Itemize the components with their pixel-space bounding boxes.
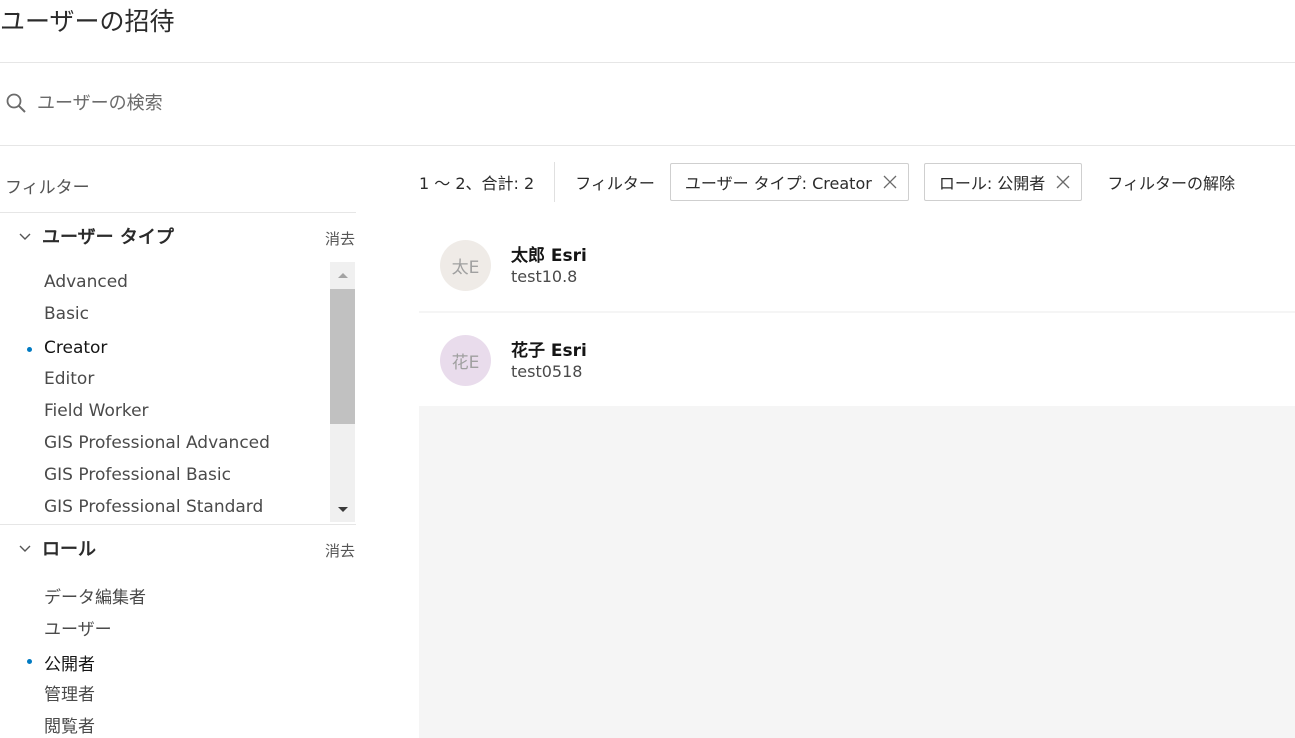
- filter-option-advanced[interactable]: Advanced: [44, 272, 128, 292]
- close-icon[interactable]: [882, 174, 898, 190]
- filter-option-data-editor[interactable]: データ編集者: [44, 583, 146, 608]
- filter-heading-divider: [0, 212, 356, 213]
- selected-bullet-icon: [27, 659, 32, 664]
- filter-option-administrator[interactable]: 管理者: [44, 680, 95, 705]
- scroll-up-button[interactable]: [330, 264, 355, 286]
- results-toolbar: 1 ～ 2、合計: 2 フィルター ユーザー タイプ: Creator ロール:…: [419, 162, 1235, 202]
- close-icon[interactable]: [1055, 174, 1071, 190]
- filter-option-viewer[interactable]: 閲覧者: [44, 712, 95, 737]
- avatar: 花E: [440, 335, 491, 386]
- user-username: test10.8: [511, 267, 578, 286]
- user-list-item[interactable]: 花E 花子 Esri test0518: [419, 313, 1295, 406]
- chevron-down-icon: [19, 233, 31, 240]
- clear-user-type-button[interactable]: 消去: [325, 228, 355, 249]
- filter-group-role[interactable]: ロール 消去: [0, 526, 356, 570]
- chevron-down-icon: [19, 545, 31, 552]
- scrollbar-thumb[interactable]: [330, 289, 355, 424]
- filter-chip-role[interactable]: ロール: 公開者: [923, 163, 1083, 201]
- user-full-name: 花子 Esri: [511, 341, 587, 361]
- caret-down-icon: [337, 507, 348, 512]
- filter-group-user-type[interactable]: ユーザー タイプ 消去: [0, 214, 356, 258]
- avatar: 太E: [440, 240, 491, 291]
- filter-group-title: ロール: [42, 539, 96, 560]
- selected-bullet-icon: [27, 347, 32, 352]
- caret-up-icon: [337, 273, 348, 278]
- filter-chip-user-type[interactable]: ユーザー タイプ: Creator: [669, 163, 909, 201]
- filter-chip-label: ロール: 公開者: [938, 174, 1046, 193]
- filter-option-gis-professional-basic[interactable]: GIS Professional Basic: [44, 465, 231, 485]
- header-divider: [0, 62, 1295, 63]
- filter-option-publisher[interactable]: 公開者: [44, 650, 95, 675]
- scroll-down-button[interactable]: [330, 499, 355, 521]
- filter-option-creator[interactable]: Creator: [44, 338, 107, 358]
- results-count: 1 ～ 2、合計: 2: [419, 174, 535, 193]
- search-divider: [0, 145, 1295, 146]
- user-username: test0518: [511, 362, 583, 381]
- user-type-scrollbar[interactable]: [330, 262, 355, 522]
- filter-option-user[interactable]: ユーザー: [44, 615, 112, 640]
- filter-option-gis-professional-standard[interactable]: GIS Professional Standard: [44, 497, 263, 517]
- search-input[interactable]: [37, 92, 637, 114]
- filter-chip-label: ユーザー タイプ: Creator: [684, 174, 872, 193]
- clear-role-button[interactable]: 消去: [325, 540, 355, 561]
- filter-option-gis-professional-advanced[interactable]: GIS Professional Advanced: [44, 433, 270, 453]
- filter-panel-heading: フィルター: [5, 178, 90, 198]
- filter-option-editor[interactable]: Editor: [44, 369, 94, 389]
- filter-group-divider: [0, 524, 356, 525]
- user-list-item[interactable]: 太E 太郎 Esri test10.8: [419, 218, 1295, 311]
- active-filters-label: フィルター: [575, 174, 655, 193]
- search-icon: [6, 93, 26, 113]
- page-title: ユーザーの招待: [0, 7, 175, 36]
- toolbar-divider: [554, 162, 556, 202]
- search-bar[interactable]: [0, 80, 700, 126]
- filter-option-field-worker[interactable]: Field Worker: [44, 401, 149, 421]
- clear-filters-button[interactable]: フィルターの解除: [1107, 170, 1235, 194]
- filter-group-title: ユーザー タイプ: [42, 227, 174, 248]
- user-full-name: 太郎 Esri: [511, 246, 587, 266]
- filter-option-basic[interactable]: Basic: [44, 304, 89, 324]
